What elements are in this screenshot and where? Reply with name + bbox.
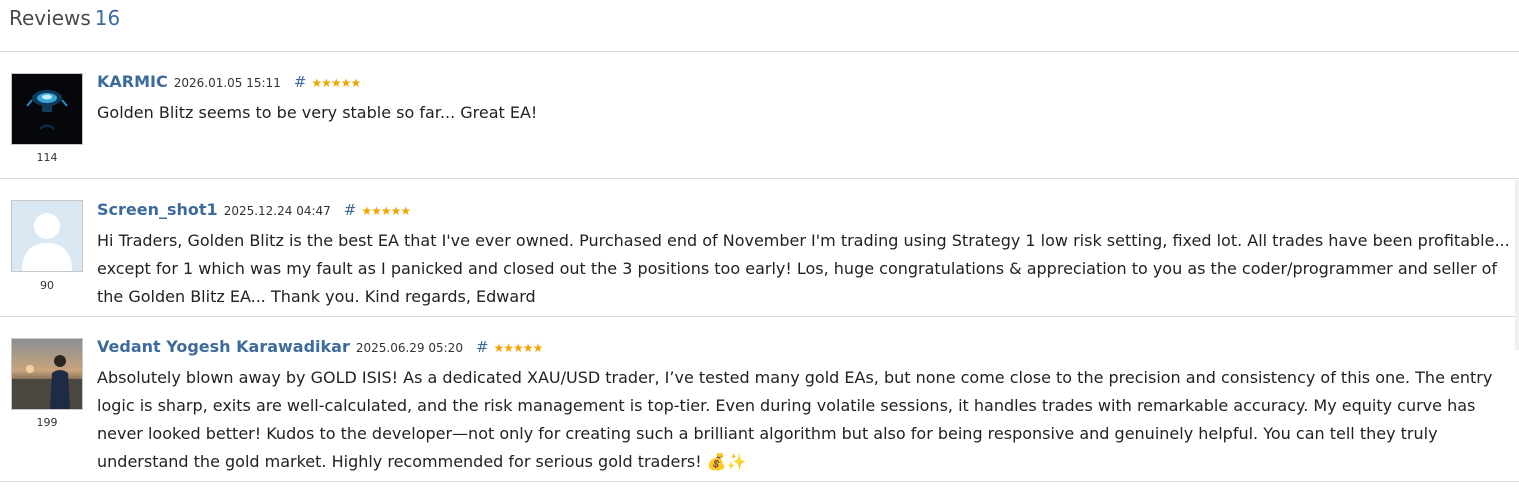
author-link[interactable]: Vedant Yogesh Karawadikar: [97, 337, 350, 356]
star-rating: ★★★★★: [311, 76, 361, 90]
reviews-count: 16: [94, 6, 121, 30]
review-text: Golden Blitz seems to be very stable so …: [97, 103, 538, 122]
permalink-hash[interactable]: #: [344, 201, 357, 219]
permalink-hash[interactable]: #: [476, 338, 489, 356]
reviews-title: Reviews: [9, 6, 91, 30]
reviews-header: Reviews 16: [9, 6, 120, 30]
star-rating: ★★★★★: [493, 341, 544, 355]
review-meta: KARMIC 2026.01.05 15:11 # ★★★★★: [97, 72, 361, 91]
review-date: 2025.12.24 04:47: [223, 204, 331, 218]
avatar[interactable]: [11, 73, 83, 145]
avatar-photo: [12, 339, 82, 409]
author-link[interactable]: KARMIC: [97, 72, 168, 91]
header-divider: [0, 51, 1519, 52]
avatar-image: [12, 74, 82, 144]
avatar[interactable]: [11, 200, 83, 272]
default-avatar-icon: [12, 201, 82, 271]
review-date: 2025.06.29 05:20: [355, 341, 463, 355]
review-meta: Screen_shot1 2025.12.24 04:47 # ★★★★★: [97, 200, 411, 219]
review-divider: [0, 316, 1519, 317]
scroll-edge[interactable]: [1515, 180, 1519, 350]
star-rating: ★★★★★: [361, 204, 411, 218]
avatar-rating: 90: [40, 279, 54, 292]
review-text: Hi Traders, Golden Blitz is the best EA …: [97, 231, 1510, 306]
avatar-rating: 199: [36, 416, 58, 429]
review-divider: [0, 178, 1519, 179]
review-text: Absolutely blown away by GOLD ISIS! As a…: [97, 368, 1493, 471]
avatar-rating: 114: [36, 151, 58, 164]
author-link[interactable]: Screen_shot1: [97, 200, 218, 219]
permalink-hash[interactable]: #: [294, 73, 307, 91]
avatar[interactable]: [11, 338, 83, 410]
review-date: 2026.01.05 15:11: [173, 76, 281, 90]
review-divider: [0, 481, 1519, 482]
review-meta: Vedant Yogesh Karawadikar 2025.06.29 05:…: [97, 337, 544, 356]
